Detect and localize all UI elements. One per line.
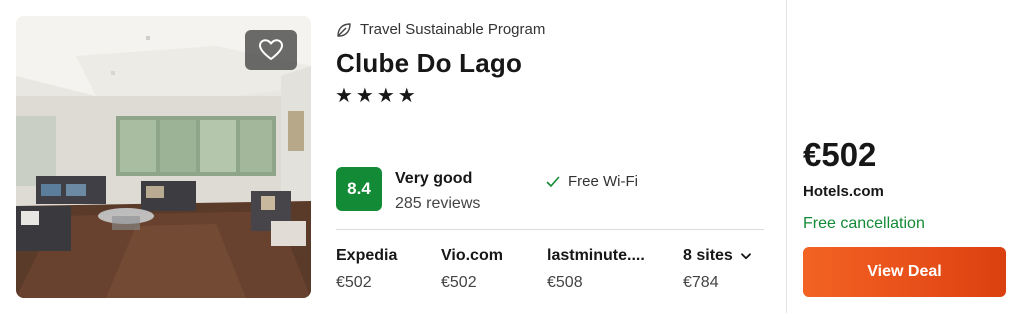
deal-price: €502 <box>803 136 877 173</box>
column-divider <box>786 0 787 313</box>
alt-provider-price: €508 <box>547 274 583 291</box>
alt-provider-name: Expedia <box>336 247 398 264</box>
more-sites-price: €784 <box>683 274 719 291</box>
amenity-wifi: Free Wi-Fi <box>546 173 638 190</box>
amenity-label: Free Wi-Fi <box>568 173 638 190</box>
alt-provider-price: €502 <box>441 274 477 291</box>
checkmark-icon <box>546 176 560 187</box>
section-divider <box>336 229 764 230</box>
alt-provider-name: lastminute.... <box>547 247 645 264</box>
rating-label: Very good <box>395 170 473 187</box>
review-count[interactable]: 285 reviews <box>395 195 480 213</box>
star-rating: ★★★★ <box>335 85 419 107</box>
leaf-icon <box>337 22 351 37</box>
sustainability-label: Travel Sustainable Program <box>360 21 546 38</box>
favorite-button[interactable] <box>245 30 297 70</box>
rating-score-badge: 8.4 <box>336 167 382 211</box>
alt-provider-price: €502 <box>336 274 372 291</box>
hotel-name[interactable]: Clube Do Lago <box>336 48 522 79</box>
alt-deal-expedia[interactable]: Expedia €502 <box>336 247 397 292</box>
more-sites-dropdown[interactable]: 8 sites €784 <box>683 247 751 292</box>
sustainability-badge[interactable]: Travel Sustainable Program <box>336 21 545 38</box>
chevron-down-icon <box>740 252 751 259</box>
deal-provider: Hotels.com <box>803 183 884 200</box>
alt-provider-name: Vio.com <box>441 247 503 264</box>
alt-deal-lastminute[interactable]: lastminute.... €508 <box>547 247 645 292</box>
hotel-result-card[interactable]: Travel Sustainable Program Clube Do Lago… <box>0 0 1024 313</box>
view-deal-button[interactable]: View Deal <box>803 247 1006 297</box>
cancellation-policy: Free cancellation <box>803 215 925 232</box>
more-sites-label: 8 sites <box>683 247 733 264</box>
alt-deal-vio[interactable]: Vio.com €502 <box>441 247 503 292</box>
heart-outline-icon <box>259 39 283 60</box>
